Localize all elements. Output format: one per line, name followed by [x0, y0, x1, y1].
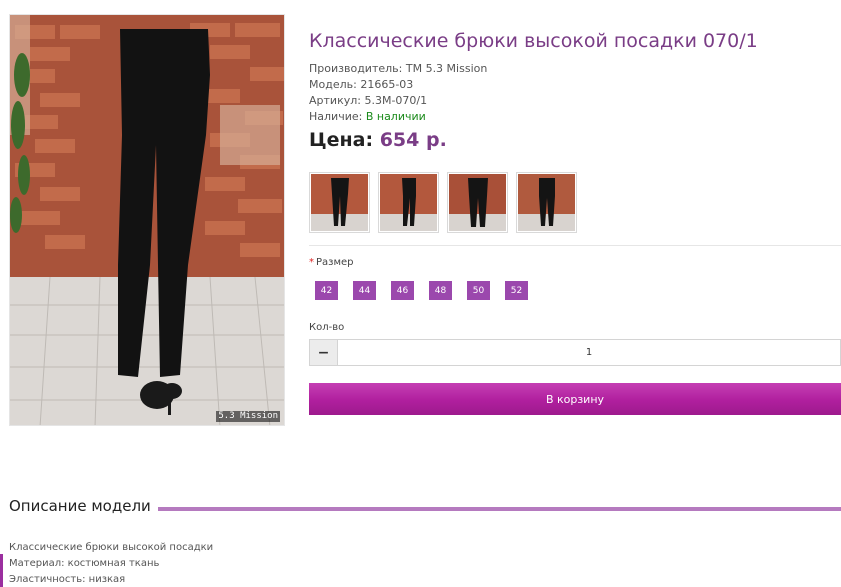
- quantity-label: Кол-во: [309, 322, 345, 333]
- price-value: 654 р.: [379, 129, 447, 151]
- trousers-side-icon: [380, 174, 437, 231]
- manufacturer-value: ТМ 5.3 Mission: [405, 62, 488, 75]
- description-line: Материал: костюмная ткань: [9, 558, 160, 569]
- sku-value: 5.3М-070/1: [364, 94, 428, 107]
- product-meta: Производитель: ТМ 5.3 Mission Модель: 21…: [309, 61, 487, 125]
- trousers-front-icon: [449, 174, 506, 231]
- manufacturer-label: Производитель:: [309, 62, 403, 75]
- model-value: 21665-03: [360, 78, 414, 91]
- thumbnail-1[interactable]: [309, 172, 370, 233]
- size-option-48[interactable]: 48: [429, 281, 452, 300]
- trousers-back-icon: [518, 174, 575, 231]
- availability-row: Наличие: В наличии: [309, 109, 487, 125]
- decrement-button[interactable]: −: [309, 339, 337, 366]
- size-label: * Размер: [309, 257, 354, 268]
- side-accent-bar: [0, 554, 3, 587]
- availability-value: В наличии: [365, 110, 426, 123]
- trousers-photo-image: [10, 15, 284, 425]
- description-line: Классические брюки высокой посадки: [9, 542, 214, 553]
- heading-underline: [158, 507, 841, 511]
- thumbnail-gallery: [309, 172, 577, 233]
- size-option-46[interactable]: 46: [391, 281, 414, 300]
- size-option-44[interactable]: 44: [353, 281, 376, 300]
- product-title: Классические брюки высокой посадки 070/1: [309, 30, 758, 52]
- thumbnail-2[interactable]: [378, 172, 439, 233]
- description-heading: Описание модели: [9, 497, 151, 515]
- thumbnail-3[interactable]: [447, 172, 508, 233]
- price-label: Цена:: [309, 129, 374, 151]
- manufacturer-row: Производитель: ТМ 5.3 Mission: [309, 61, 487, 77]
- size-option-50[interactable]: 50: [467, 281, 490, 300]
- sku-row: Артикул: 5.3М-070/1: [309, 93, 487, 109]
- description-line: Эластичность: низкая: [9, 574, 126, 585]
- divider: [309, 245, 841, 246]
- trousers-front-icon: [311, 174, 368, 231]
- size-options: 42 44 46 48 50 52: [315, 281, 528, 300]
- size-option-42[interactable]: 42: [315, 281, 338, 300]
- thumbnail-4[interactable]: [516, 172, 577, 233]
- size-label-text: Размер: [316, 257, 354, 268]
- description-text: Классические брюки высокой посадки Матер…: [9, 540, 213, 587]
- add-to-cart-button[interactable]: В корзину: [309, 383, 841, 415]
- model-row: Модель: 21665-03: [309, 77, 487, 93]
- sku-label: Артикул:: [309, 94, 361, 107]
- availability-label: Наличие:: [309, 110, 363, 123]
- required-mark: *: [309, 257, 314, 268]
- quantity-stepper: −: [309, 339, 841, 366]
- price: Цена: 654 р.: [309, 129, 447, 151]
- model-label: Модель:: [309, 78, 357, 91]
- product-page: 5.3 Mission Классические брюки высокой п…: [0, 0, 841, 587]
- quantity-input[interactable]: [337, 339, 841, 366]
- watermark-label: 5.3 Mission: [216, 411, 280, 422]
- size-option-52[interactable]: 52: [505, 281, 528, 300]
- main-product-photo[interactable]: 5.3 Mission: [9, 14, 285, 426]
